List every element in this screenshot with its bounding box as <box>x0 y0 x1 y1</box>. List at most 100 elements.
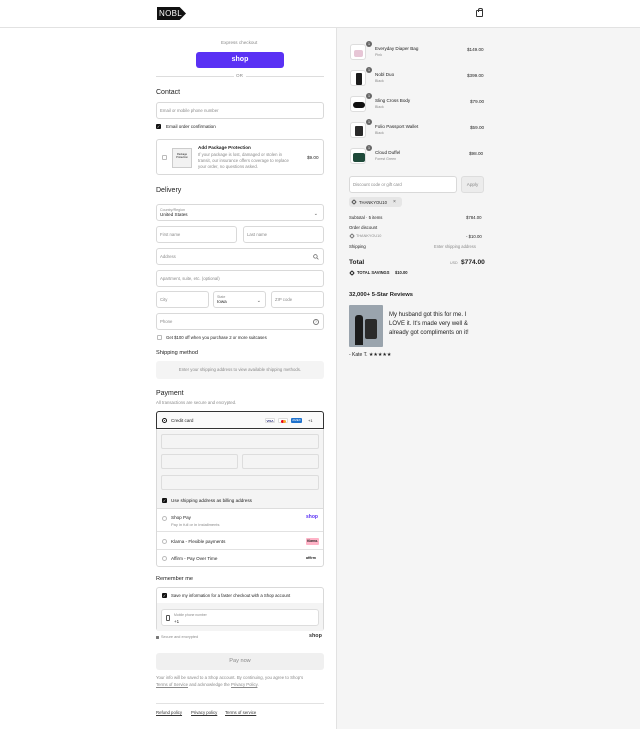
apply-button[interactable]: Apply <box>461 176 484 193</box>
save-info-label: Save my information for a faster checkou… <box>171 593 291 598</box>
email-field[interactable]: Email or mobile phone number <box>156 102 324 119</box>
save-info-checkbox[interactable]: ✓ <box>162 593 167 598</box>
express-checkout-label: Express checkout <box>221 40 258 45</box>
total-label: Total <box>349 259 365 266</box>
pay-now-button[interactable]: Pay now <box>156 653 324 670</box>
help-icon[interactable]: ? <box>313 319 319 325</box>
billing-same-checkbox[interactable]: ✓ <box>162 498 167 503</box>
payment-subtext: All transactions are secure and encrypte… <box>156 400 237 405</box>
klarna-label: Klarna - Flexible payments <box>171 539 226 544</box>
item-price: $59.00 <box>470 125 485 130</box>
protection-desc-3: your order, no questions asked. <box>198 164 258 169</box>
remove-discount-icon[interactable]: × <box>393 199 396 205</box>
lock-icon <box>156 636 159 639</box>
name-on-card-field[interactable] <box>161 475 319 490</box>
item-thumbnail <box>350 148 366 164</box>
visa-text: VISA <box>266 419 274 423</box>
total-value: $774.00 <box>461 259 485 266</box>
shop-pay-express-button[interactable]: shop <box>196 52 284 68</box>
package-protection-image: Package Protection <box>172 148 192 168</box>
apartment-field[interactable]: Apartment, suite, etc. (optional) <box>156 270 324 287</box>
review-photo-bag <box>365 319 377 339</box>
duffel-image <box>353 153 365 162</box>
subtotal-value: $784.00 <box>466 215 482 220</box>
mobile-phone-field[interactable]: Mobile phone number +1 <box>161 609 319 626</box>
apply-label: Apply <box>466 182 479 187</box>
item-variant: Black <box>375 79 384 83</box>
promo-checkbox[interactable] <box>157 335 162 340</box>
or-label: OR <box>236 73 243 78</box>
address-placeholder: Address <box>160 254 176 259</box>
refund-policy-link[interactable]: Refund policy <box>156 710 182 715</box>
first-name-placeholder: First name <box>160 232 181 237</box>
first-name-field[interactable]: First name <box>156 226 237 243</box>
legal-period: . <box>257 682 259 687</box>
address-field[interactable]: Address <box>156 248 324 265</box>
shop-pay-radio[interactable] <box>162 516 167 521</box>
nobl-logo[interactable]: NOBL <box>157 7 186 20</box>
city-field[interactable]: City <box>156 291 209 308</box>
city-placeholder: City <box>160 297 168 302</box>
klarna-option[interactable]: Klarna - Flexible payments Klarna. <box>157 533 323 550</box>
email-placeholder: Email or mobile phone number <box>160 108 219 113</box>
discount-value: - $10.00 <box>466 234 482 239</box>
protection-desc-2: transit, our insurance offers coverage t… <box>198 158 289 163</box>
affirm-radio[interactable] <box>162 556 167 561</box>
state-select[interactable]: State Iowa ⌄ <box>213 291 266 308</box>
item-price: $79.00 <box>470 99 485 104</box>
privacy-policy-link[interactable]: Privacy policy <box>191 710 217 715</box>
phone-field[interactable]: Phone ? <box>156 313 324 330</box>
package-protection-box[interactable]: Package Protection Add Package Protectio… <box>156 139 324 175</box>
more-cards-label: +1 <box>308 418 313 423</box>
apartment-placeholder: Apartment, suite, etc. (optional) <box>160 276 220 281</box>
email-news-checkbox[interactable]: ✓ <box>156 124 161 129</box>
logo-text: NOBL <box>159 9 182 18</box>
discount-tag-label: THANKYOU10 <box>359 199 387 205</box>
country-select[interactable]: Country/Region United States ⌄ <box>156 204 324 221</box>
header: NOBL <box>0 0 640 28</box>
last-name-field[interactable]: Last name <box>243 226 324 243</box>
subtotal-label: Subtotal · 5 items <box>349 215 383 220</box>
billing-same-label: Use shipping address as billing address <box>171 498 252 503</box>
contact-heading: Contact <box>156 89 181 96</box>
card-number-field[interactable] <box>161 434 319 449</box>
shipping-method-placeholder: Enter your shipping address to view avai… <box>156 361 324 379</box>
affirm-option[interactable]: Affirm - Pay Over Time affirm <box>157 550 323 567</box>
card-form-area <box>157 430 323 492</box>
amex-text: AMEX <box>292 418 301 422</box>
promo-label: Get $100 off when you purchase 2 or more… <box>166 335 267 340</box>
shop-button-label: shop <box>231 56 249 63</box>
discount-code-field[interactable]: Discount code or gift card <box>349 176 457 193</box>
shop-pay-option[interactable]: Shop Pay Pay in full or in installments … <box>157 510 323 532</box>
divider-right <box>246 76 324 77</box>
terms-link[interactable]: Terms of Service <box>156 682 188 687</box>
item-variant: Black <box>375 131 384 135</box>
legal-line-1: Your info will be saved to a Shop accoun… <box>156 675 304 680</box>
package-protection-checkbox[interactable] <box>162 155 167 160</box>
mobile-area: Mobile phone number +1 <box>157 603 323 631</box>
review-author: - Kate T. ★★★★★ <box>349 352 392 358</box>
review-photo <box>349 305 383 347</box>
billing-same-row: ✓ Use shipping address as billing addres… <box>157 492 323 509</box>
security-code-field[interactable] <box>242 454 319 469</box>
review-photo-person <box>355 315 363 345</box>
zip-field[interactable]: ZIP code <box>271 291 324 308</box>
email-news-label: Email order confirmation <box>166 124 216 129</box>
credit-card-option[interactable]: Credit card VISA AMEX +1 <box>156 411 324 429</box>
state-chevron-icon: ⌄ <box>256 298 261 304</box>
item-thumbnail <box>350 122 366 138</box>
privacy-link[interactable]: Privacy Policy <box>231 682 257 687</box>
phone-placeholder: Phone <box>160 319 173 324</box>
shopping-bag-icon[interactable] <box>476 8 483 17</box>
terms-of-service-link[interactable]: Terms of service <box>225 710 256 715</box>
nobl-duo-image <box>356 73 362 85</box>
klarna-radio[interactable] <box>162 539 167 544</box>
order-discount-label: Order discount <box>349 225 378 230</box>
item-qty-badge: 1 <box>366 67 372 73</box>
expiration-field[interactable] <box>161 454 238 469</box>
visa-icon: VISA <box>265 418 275 423</box>
credit-card-radio[interactable] <box>162 418 167 423</box>
affirm-logo: affirm <box>306 556 316 560</box>
shipping-method-heading: Shipping method <box>156 350 198 356</box>
item-thumbnail <box>350 70 366 86</box>
